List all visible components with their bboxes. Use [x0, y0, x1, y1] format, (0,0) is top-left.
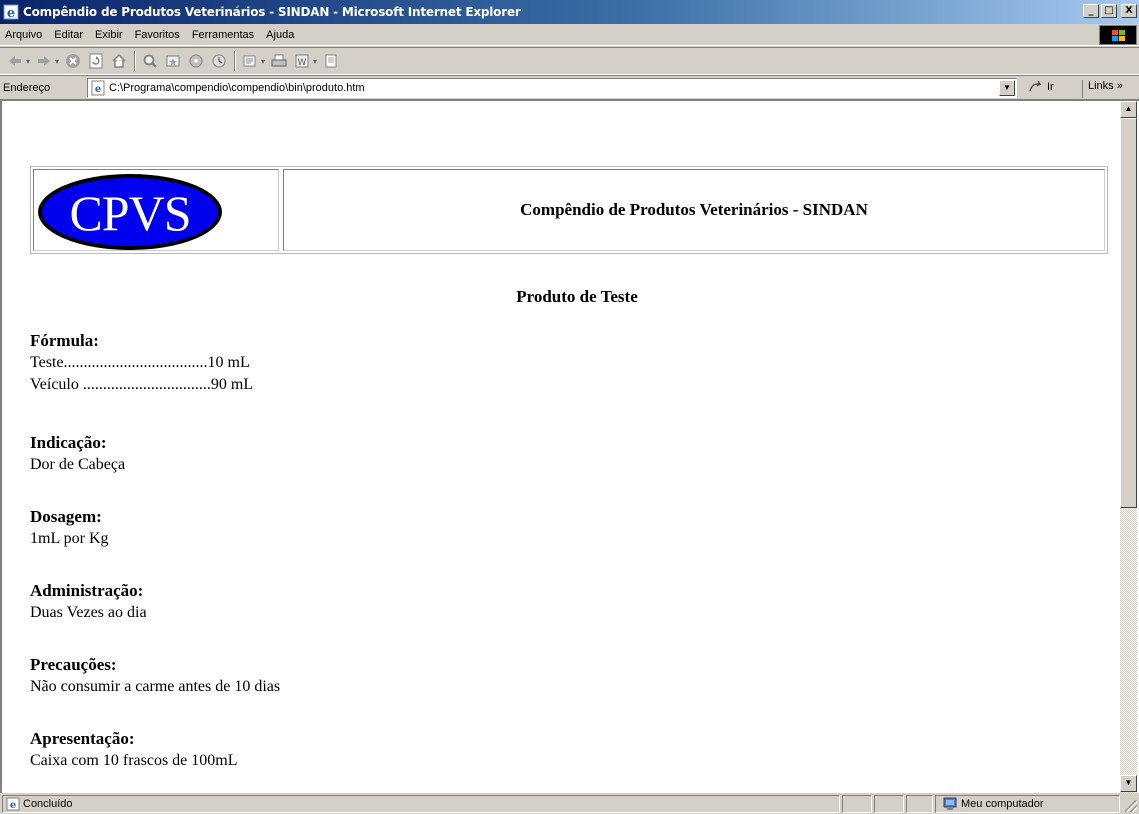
svg-text:e: e [10, 800, 16, 811]
minimize-button[interactable]: _ [1083, 4, 1099, 18]
address-label: Endereço [3, 81, 51, 94]
section-line: Caixa com 10 frascos de 100mL [30, 752, 238, 769]
menu-bar: Arquivo Editar Exibir Favoritos Ferramen… [0, 24, 1139, 46]
search-icon[interactable] [139, 50, 161, 72]
print-icon[interactable] [268, 50, 290, 72]
media-icon[interactable] [185, 50, 207, 72]
address-url: C:\Programa\compendio\compendio\bin\prod… [109, 82, 365, 94]
section-apresentacao: Apresentação: Caixa com 10 frascos de 10… [30, 728, 238, 772]
status-main-pane: e Concluído [2, 795, 840, 813]
forward-icon[interactable] [33, 50, 55, 72]
scroll-up-icon[interactable]: ▲ [1120, 101, 1137, 118]
section-administracao: Administração: Duas Vezes ao dia [30, 580, 147, 624]
svg-text:W: W [298, 58, 307, 68]
header-table: CPVS Compêndio de Produtos Veterinários … [30, 166, 1108, 254]
logo-cell: CPVS [33, 169, 279, 251]
forward-dropdown-icon[interactable]: ▾ [55, 57, 59, 66]
logo-text: CPVS [69, 185, 191, 241]
menu-exibir[interactable]: Exibir [89, 29, 129, 41]
mail-icon[interactable] [239, 50, 261, 72]
section-line: Veículo ................................… [30, 376, 254, 393]
section-precaucoes: Precauções: Não consumir a carme antes d… [30, 654, 280, 698]
section-line: Teste...................................… [30, 354, 250, 371]
header-title-cell: Compêndio de Produtos Veterinários - SIN… [283, 169, 1105, 251]
resize-grip-icon[interactable] [1125, 800, 1137, 812]
status-pane [842, 795, 872, 813]
title-bar[interactable]: e Compêndio de Produtos Veterinários - S… [0, 0, 1139, 24]
status-pane [906, 795, 933, 813]
header-title: Compêndio de Produtos Veterinários - SIN… [520, 200, 868, 219]
section-heading: Indicação: [30, 433, 107, 452]
product-title: Produto de Teste [516, 287, 638, 306]
security-zone: Meu computador [935, 795, 1120, 813]
links-button[interactable]: Links » [1082, 80, 1123, 98]
vertical-scrollbar[interactable]: ▲ ▼ [1120, 101, 1137, 793]
section-line: Dor de Cabeça [30, 456, 126, 473]
section-heading: Precauções: [30, 655, 117, 674]
menu-editar[interactable]: Editar [48, 29, 89, 41]
windows-logo-icon [1099, 25, 1137, 45]
page-content: CPVS Compêndio de Produtos Veterinários … [2, 101, 1120, 793]
menu-ferramentas[interactable]: Ferramentas [186, 29, 260, 41]
zone-text: Meu computador [961, 798, 1044, 810]
go-button[interactable]: Ir [1028, 80, 1054, 94]
status-pane [874, 795, 904, 813]
section-heading: Dosagem: [30, 507, 102, 526]
go-label: Ir [1047, 81, 1054, 93]
section-heading: Apresentação: [30, 729, 135, 748]
standard-toolbar: ▾ ▾ ▾ W ▾ [0, 47, 1139, 75]
stop-icon[interactable] [62, 50, 84, 72]
window-title: Compêndio de Produtos Veterinários - SIN… [23, 5, 521, 19]
page-icon: e [91, 80, 105, 96]
svg-text:e: e [7, 6, 15, 20]
mail-dropdown-icon[interactable]: ▾ [261, 57, 265, 66]
section-dosagem: Dosagem: 1mL por Kg [30, 506, 109, 550]
status-text: Concluído [23, 798, 73, 810]
section-line: Duas Vezes ao dia [30, 604, 147, 621]
page-done-icon: e [6, 797, 20, 811]
section-line: Não consumir a carme antes de 10 dias [30, 678, 281, 695]
edit-icon[interactable]: W [291, 50, 313, 72]
cpvs-logo: CPVS [38, 174, 222, 250]
favorites-icon[interactable] [162, 50, 184, 72]
history-icon[interactable] [208, 50, 230, 72]
address-input[interactable]: e C:\Programa\compendio\compendio\bin\pr… [87, 78, 1017, 98]
menu-arquivo[interactable]: Arquivo [0, 29, 48, 41]
section-formula: Fórmula: Teste..........................… [30, 330, 253, 396]
discuss-icon[interactable] [320, 50, 342, 72]
maximize-button[interactable]: □ [1101, 4, 1117, 18]
go-arrow-icon [1029, 80, 1042, 92]
edit-dropdown-icon[interactable]: ▾ [313, 57, 317, 66]
section-indicacao: Indicação: Dor de Cabeça [30, 432, 125, 476]
home-icon[interactable] [108, 50, 130, 72]
status-bar: e Concluído Meu computador [0, 793, 1139, 814]
svg-text:e: e [95, 84, 101, 95]
address-bar: Endereço e C:\Programa\compendio\compend… [0, 75, 1139, 99]
address-dropdown-icon[interactable]: ▼ [999, 80, 1015, 96]
menu-favoritos[interactable]: Favoritos [129, 29, 186, 41]
back-icon[interactable] [4, 50, 26, 72]
section-heading: Fórmula: [30, 331, 99, 350]
section-heading: Administração: [30, 581, 144, 600]
back-dropdown-icon[interactable]: ▾ [26, 57, 30, 66]
refresh-icon[interactable] [85, 50, 107, 72]
menu-ajuda[interactable]: Ajuda [260, 29, 300, 41]
ie-icon: e [3, 4, 19, 20]
section-line: 1mL por Kg [30, 530, 109, 547]
computer-icon [943, 797, 957, 810]
scrollbar-thumb[interactable] [1120, 118, 1137, 508]
close-button[interactable]: X [1121, 4, 1137, 18]
scroll-down-icon[interactable]: ▼ [1120, 775, 1137, 792]
browser-viewport: CPVS Compêndio de Produtos Veterinários … [0, 99, 1139, 793]
